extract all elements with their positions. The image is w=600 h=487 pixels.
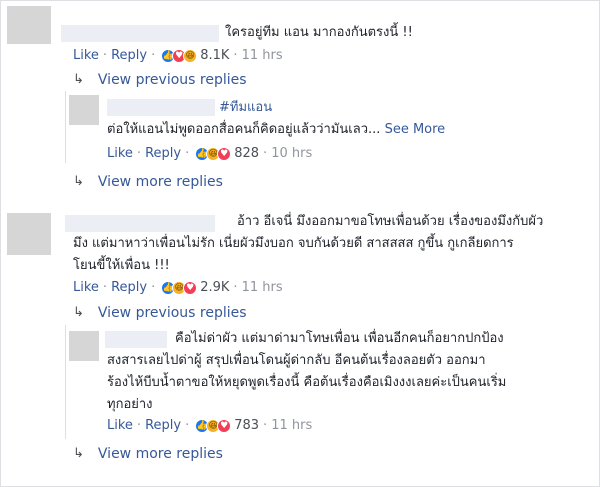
love-icon: ♥ bbox=[183, 281, 198, 295]
see-more-link[interactable]: See More bbox=[385, 122, 446, 137]
reaction-count[interactable]: 2.9K bbox=[200, 279, 229, 297]
comment-actions: Like · Reply · 👍 😆 ♥ 2.9K · 11 hrs bbox=[73, 279, 283, 297]
haha-icon: 😆 bbox=[183, 49, 198, 63]
comment-text: มึง แต่มาหาว่าเพื่อนไม่รัก เนี่ยผัวมึงบอ… bbox=[73, 236, 514, 251]
reactions[interactable]: 👍 😆 ♥ bbox=[195, 147, 232, 161]
thread-line bbox=[65, 325, 66, 439]
view-more-replies-link[interactable]: ↳ View more replies bbox=[73, 173, 223, 191]
comment-text: สงสารเลยไปด่าผู้ สรุปเพื่อนโดนผู้ด่ากลับ… bbox=[107, 353, 486, 368]
like-link[interactable]: Like bbox=[107, 145, 133, 163]
avatar[interactable] bbox=[7, 213, 51, 255]
like-link[interactable]: Like bbox=[73, 279, 99, 297]
love-icon: ♥ bbox=[217, 419, 232, 433]
like-link[interactable]: Like bbox=[107, 417, 133, 435]
love-icon: ♥ bbox=[217, 147, 232, 161]
timestamp[interactable]: 11 hrs bbox=[271, 417, 312, 435]
reply-link[interactable]: Reply bbox=[145, 145, 181, 163]
hashtag-link[interactable]: #ทีมแอน bbox=[219, 100, 272, 115]
commenter-name[interactable] bbox=[105, 331, 167, 348]
avatar[interactable] bbox=[69, 95, 99, 125]
commenter-name[interactable] bbox=[65, 215, 215, 232]
reply-link[interactable]: Reply bbox=[111, 47, 147, 65]
commenter-name[interactable] bbox=[107, 99, 215, 116]
reaction-count[interactable]: 783 bbox=[234, 417, 259, 435]
comment-text: โยนขี้ให้เพื่อน !!! bbox=[73, 258, 170, 273]
timestamp[interactable]: 10 hrs bbox=[271, 145, 312, 163]
comment-text: ใครอยู่ทีม แอน มากองกันตรงนี้ !! bbox=[225, 25, 413, 40]
comment-actions: Like · Reply · 👍 😆 ♥ 783 · 11 hrs bbox=[107, 417, 313, 435]
timestamp[interactable]: 11 hrs bbox=[242, 47, 283, 65]
reactions[interactable]: 👍 😆 ♥ bbox=[161, 281, 198, 295]
view-previous-replies-link[interactable]: ↳ View previous replies bbox=[73, 71, 247, 89]
reply-arrow-icon: ↳ bbox=[73, 174, 84, 189]
reply-arrow-icon: ↳ bbox=[73, 446, 84, 461]
view-previous-replies-link[interactable]: ↳ View previous replies bbox=[73, 304, 247, 322]
avatar[interactable] bbox=[69, 331, 99, 361]
reply-arrow-icon: ↳ bbox=[73, 72, 84, 87]
reply-arrow-icon: ↳ bbox=[73, 305, 84, 320]
comment-actions: Like · Reply · 👍 😆 ♥ 828 · 10 hrs bbox=[107, 145, 313, 163]
reactions[interactable]: 👍 😆 ♥ bbox=[195, 419, 232, 433]
comments-thread: ใครอยู่ทีม แอน มากองกันตรงนี้ !! Like · … bbox=[0, 0, 600, 487]
reaction-count[interactable]: 8.1K bbox=[200, 47, 229, 65]
reaction-count[interactable]: 828 bbox=[234, 145, 259, 163]
like-link[interactable]: Like bbox=[73, 47, 99, 65]
comment-text: #ทีมแอน bbox=[219, 98, 272, 117]
reactions[interactable]: 👍 ♥ 😆 bbox=[161, 49, 198, 63]
comment-text: คือไม่ด่าผัว แต่มาด่ามาโทษเพื่อน เพื่อนอ… bbox=[175, 331, 504, 346]
commenter-name[interactable] bbox=[61, 25, 219, 42]
avatar[interactable] bbox=[7, 6, 51, 44]
comment-actions: Like · Reply · 👍 ♥ 😆 8.1K · 11 hrs bbox=[73, 47, 283, 65]
comment-text: ทุกอย่าง bbox=[107, 397, 153, 412]
comment-text: อ้าว อีเจนี่ มึงออกมาขอโทษเพื่อนด้วย เรื… bbox=[237, 214, 544, 229]
comment-text: ต่อให้แอนไม่พูดออกสื่อคนก็คิดอยู่แล้วว่า… bbox=[107, 122, 446, 137]
reply-link[interactable]: Reply bbox=[111, 279, 147, 297]
thread-line bbox=[65, 91, 66, 163]
reply-link[interactable]: Reply bbox=[145, 417, 181, 435]
view-more-replies-link[interactable]: ↳ View more replies bbox=[73, 445, 223, 463]
comment-text: ร้องไห้บีบน้ำตาขอให้หยุดพูดเรื่องนี้ คือ… bbox=[107, 375, 507, 390]
timestamp[interactable]: 11 hrs bbox=[242, 279, 283, 297]
